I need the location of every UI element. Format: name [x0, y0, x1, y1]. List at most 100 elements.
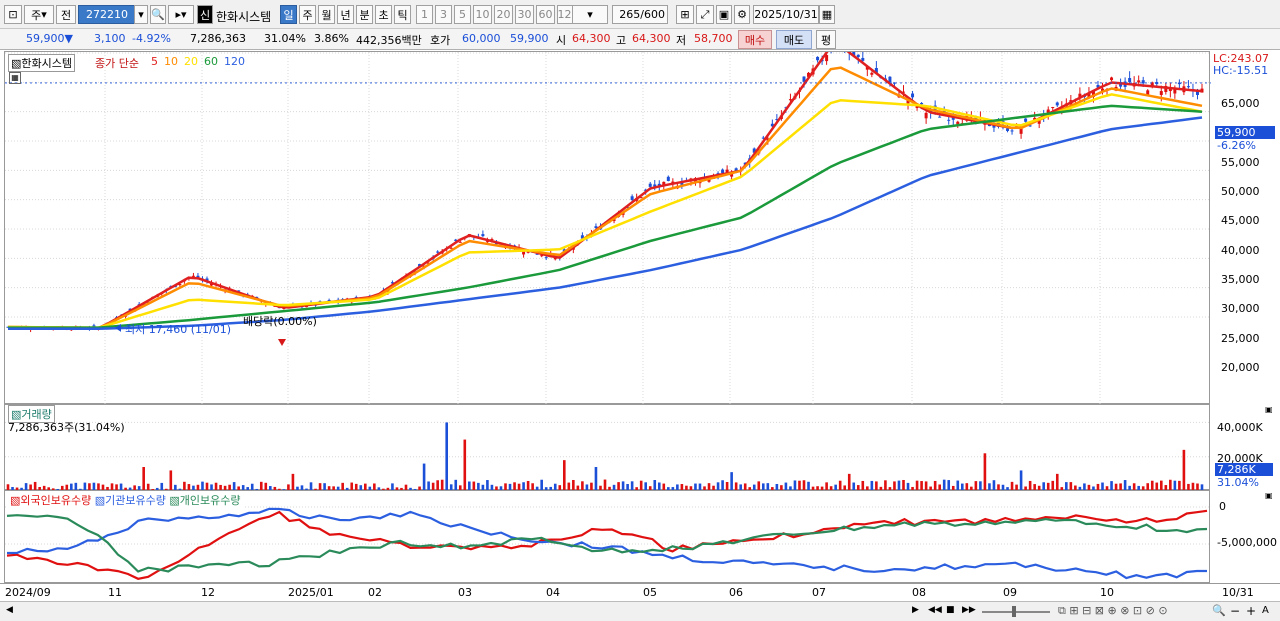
period-button[interactable]: 월	[318, 5, 335, 24]
candle	[920, 102, 924, 105]
zoom-out-icon[interactable]: −	[1230, 604, 1240, 618]
font-size-icon[interactable]: A	[1262, 605, 1269, 616]
settings-grid-icon[interactable]: ⊞	[676, 5, 694, 24]
x-axis-label: 10	[1100, 586, 1114, 599]
interval-button[interactable]: 5	[454, 5, 471, 24]
sell-button[interactable]: 매도	[776, 30, 812, 49]
holdings-tick: -5,000,000	[1217, 536, 1277, 549]
interval-button[interactable]: 1	[416, 5, 433, 24]
holdings-tick: 0	[1219, 500, 1226, 513]
period-button[interactable]: 틱	[394, 5, 411, 24]
change-percent: -4.92%	[132, 32, 171, 45]
zoom-icon[interactable]: ⤢	[696, 5, 714, 24]
current-price-label: 59,900	[1215, 126, 1275, 139]
speed-slider-thumb[interactable]	[1012, 606, 1016, 617]
candle	[924, 112, 928, 119]
period-button[interactable]: 분	[356, 5, 373, 24]
pane-close-icon[interactable]: ▣	[1265, 491, 1273, 500]
interval-select[interactable]: ▾	[572, 5, 608, 24]
price-tick: 55,000	[1221, 155, 1260, 169]
speed-slider[interactable]	[982, 611, 1050, 613]
price-tick: 50,000	[1221, 185, 1260, 198]
volume-bar	[983, 453, 987, 491]
stop-icon[interactable]: ■	[946, 605, 955, 615]
volume-current-percent: 31.04%	[1217, 476, 1259, 489]
interval-button[interactable]: 3	[435, 5, 452, 24]
forward-icon[interactable]: ▶▶	[962, 605, 976, 615]
credit-badge: 신	[197, 5, 213, 24]
secondary-percent: 3.86%	[314, 32, 349, 45]
ma-legend-label: 종가 단순	[95, 57, 139, 70]
candle	[1010, 130, 1014, 132]
gear-icon[interactable]: ⚙	[734, 5, 750, 24]
legend-individual: ▧개인보유수량	[169, 494, 241, 507]
price-pane[interactable]: 최고 70,900 (06/18)최저 17,460 (11/01)배당락(0.…	[4, 51, 1211, 405]
low-annotation: 최저 17,460 (11/01)	[125, 323, 231, 336]
volume-value: 7,286,363주(31.04%)	[8, 421, 125, 434]
candle	[1128, 78, 1132, 83]
ma-legend: 5 10 20 60 120	[151, 55, 251, 68]
price-tick: 30,000	[1221, 302, 1260, 316]
speaker-icon[interactable]: ▸▾	[168, 5, 194, 24]
low-label: 저	[676, 34, 687, 47]
zoom-in-icon[interactable]: +	[1246, 604, 1256, 618]
dividend-marker	[278, 339, 286, 346]
candle	[911, 93, 915, 98]
stock-code-input[interactable]: 272210	[78, 5, 136, 24]
holdings-pane[interactable]: ▧외국인보유수량 ▧기관보유수량 ▧개인보유수량	[4, 490, 1211, 583]
candle	[1159, 91, 1163, 95]
individual-line	[6, 514, 1208, 573]
x-axis-label: 05	[643, 586, 657, 599]
code-dropdown-icon[interactable]: ▾	[134, 5, 148, 24]
candle	[481, 234, 485, 237]
interval-button[interactable]: 30	[515, 5, 534, 24]
prev-button[interactable]: 전	[56, 5, 76, 24]
period-button[interactable]: 년	[337, 5, 354, 24]
table-icon[interactable]: ▦	[9, 72, 21, 84]
period-button[interactable]: 일	[280, 5, 297, 24]
legend-institution: ▧기관보유수량	[94, 494, 166, 507]
window-icon[interactable]: ⊡	[4, 5, 22, 24]
count-field[interactable]: 265/600	[612, 5, 668, 24]
x-axis-label: 03	[458, 586, 472, 599]
evaluate-button[interactable]: 평	[816, 30, 836, 49]
holdings-legend: ▧외국인보유수량 ▧기관보유수량 ▧개인보유수량	[8, 492, 243, 508]
save-icon[interactable]: ▣	[716, 5, 732, 24]
volume-bar	[594, 467, 598, 491]
play-icon[interactable]: ▶	[912, 605, 919, 615]
pane-close-icon[interactable]: ▣	[1265, 405, 1273, 414]
x-axis-label: 12	[201, 586, 215, 599]
date-field[interactable]: 2025/10/31	[753, 5, 819, 24]
search-icon[interactable]: 🔍	[1212, 604, 1226, 617]
legend-foreign: ▧외국인보유수량	[10, 494, 92, 507]
ma-line-20	[8, 93, 1203, 329]
high-value: 64,300	[632, 32, 671, 45]
volume-bar	[1055, 473, 1059, 491]
x-axis-label: 11	[108, 586, 122, 599]
volume-axis: ▣ 40,000K 20,000K 7,286K 31.04%	[1211, 404, 1275, 490]
volume-bar	[445, 422, 449, 491]
market-select[interactable]: 주 ▾	[24, 5, 54, 24]
x-axis-label: 07	[812, 586, 826, 599]
price-chart: 최고 70,900 (06/18)최저 17,460 (11/01)배당락(0.…	[5, 52, 1211, 405]
search-icon[interactable]: 🔍	[150, 5, 166, 24]
interval-button[interactable]: 60	[536, 5, 555, 24]
price-tick: 65,000	[1221, 97, 1260, 110]
period-button[interactable]: 초	[375, 5, 392, 24]
price-tick: 40,000	[1221, 243, 1260, 257]
chart-tools-icons[interactable]: ⧉ ⊞ ⊟ ⊠ ⊕ ⊗ ⊡ ⊘ ⊙	[1058, 604, 1168, 618]
rewind-icon[interactable]: ◀◀	[928, 605, 942, 615]
ma-legend-item: 120	[224, 55, 245, 68]
ma-line-5	[7, 52, 1203, 330]
interval-button[interactable]: 10	[473, 5, 492, 24]
volume-pane[interactable]: ▧거래량 7,286,363주(31.04%)	[4, 404, 1211, 491]
calendar-icon[interactable]: ▦	[819, 5, 835, 24]
period-button[interactable]: 주	[299, 5, 316, 24]
candle	[1006, 128, 1010, 131]
buy-button[interactable]: 매수	[738, 30, 772, 49]
scroll-left-icon[interactable]: ◀	[6, 605, 13, 615]
ask-value: 60,000	[462, 32, 501, 45]
ma-legend-item: 10	[164, 55, 178, 68]
interval-button[interactable]: 20	[494, 5, 513, 24]
chart-scrollbar[interactable]: ◀ ▶ ◀◀ ■ ▶▶ ⧉ ⊞ ⊟ ⊠ ⊕ ⊗ ⊡ ⊘ ⊙ 🔍 − + A	[0, 601, 1280, 621]
